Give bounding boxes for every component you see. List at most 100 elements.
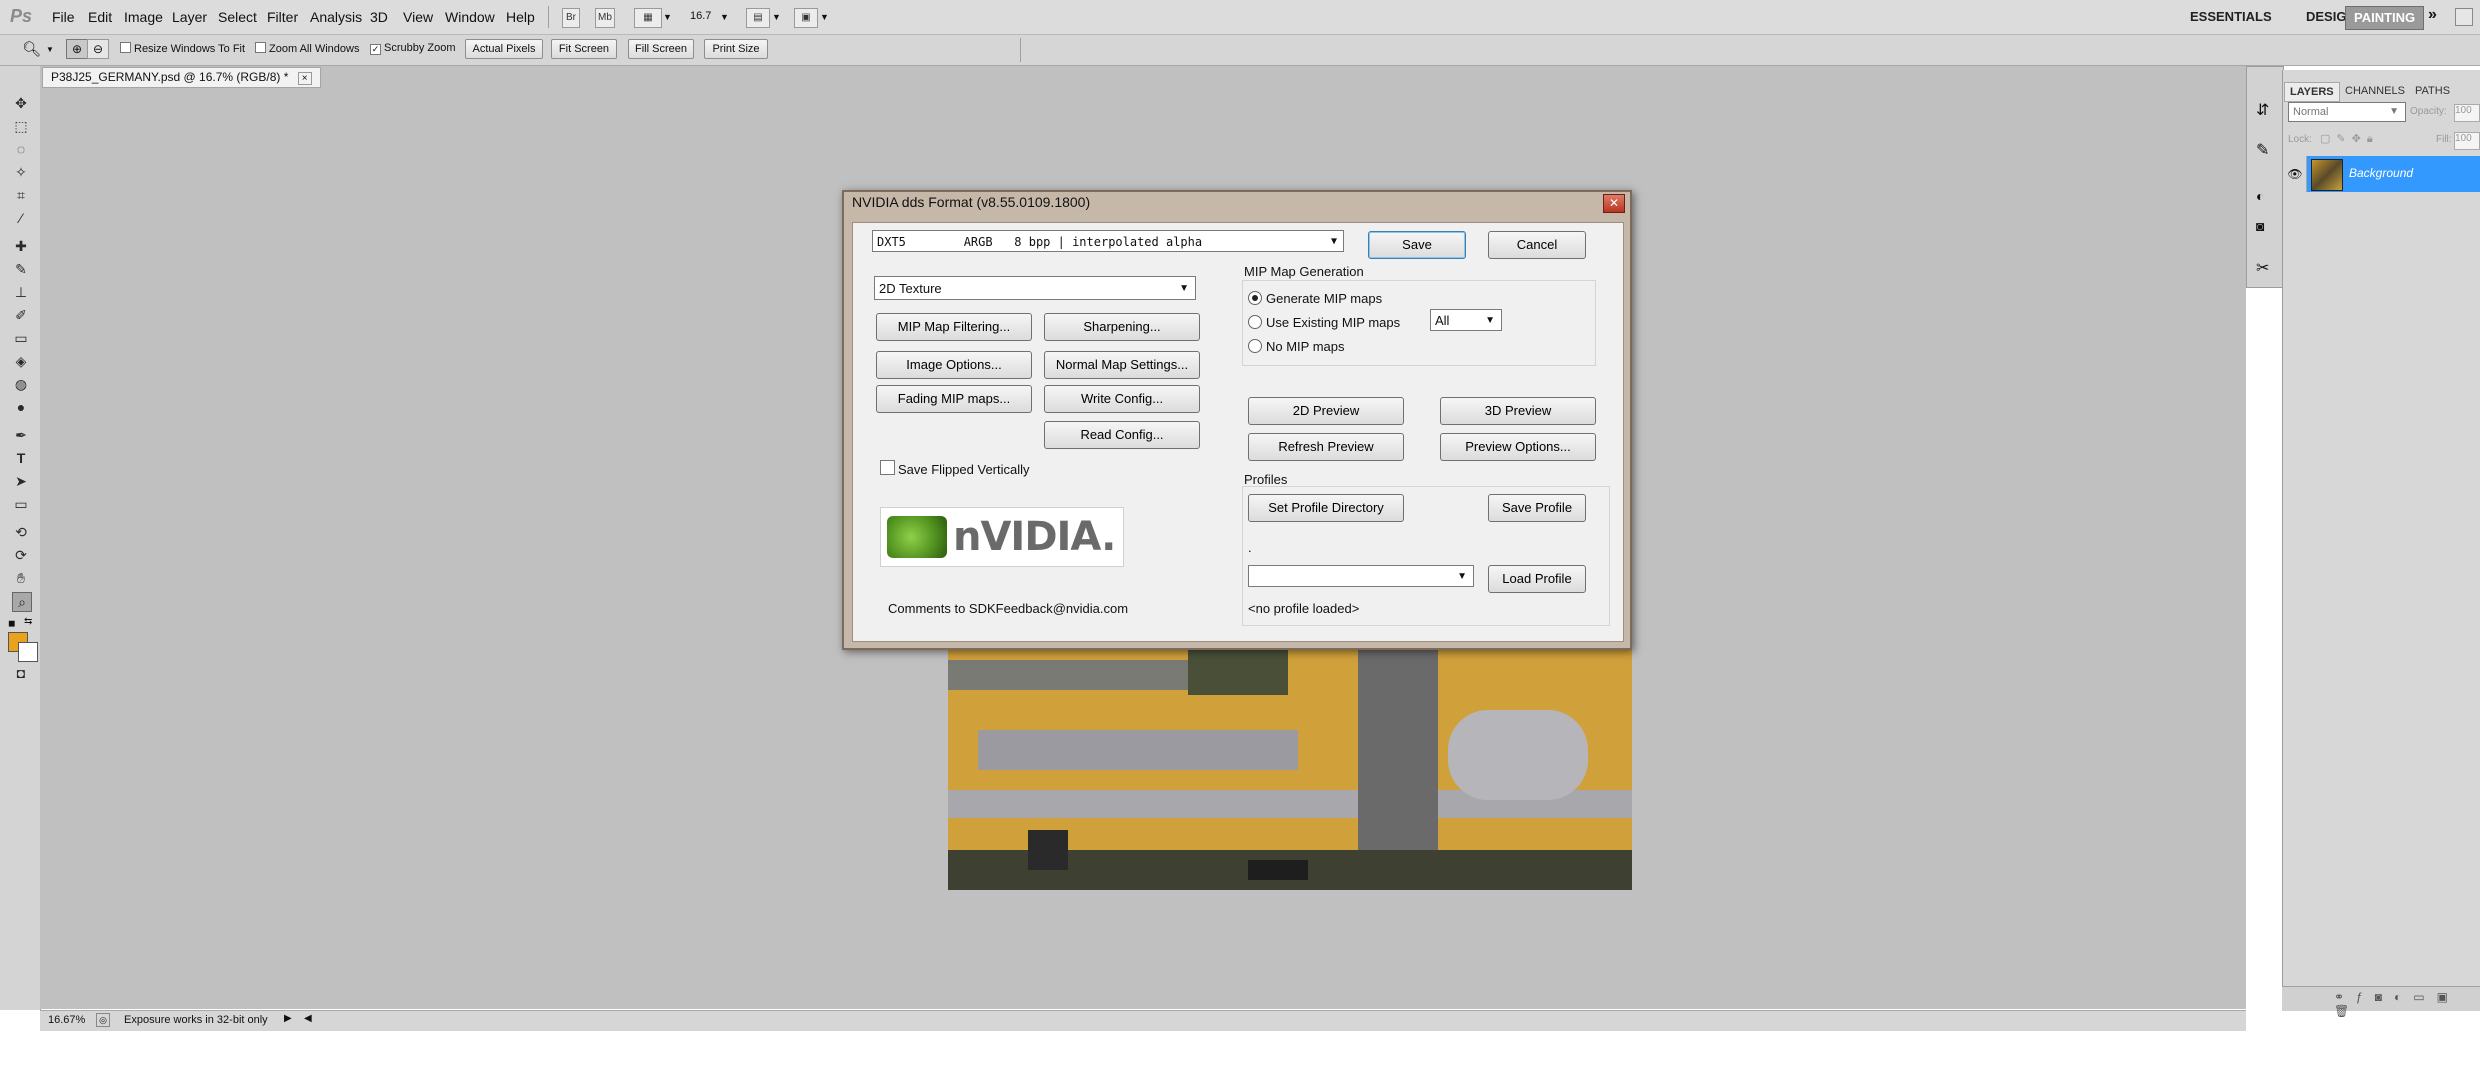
blur-tool-icon[interactable]: ◍ [12, 375, 30, 393]
zoom-in-icon[interactable]: ⊕ [66, 39, 88, 59]
zoom-level-select[interactable]: 16.7 [690, 10, 711, 22]
brush-panel-icon[interactable]: ✎ [2256, 140, 2269, 160]
marquee-tool-icon[interactable]: ⬚ [12, 117, 30, 135]
history-panel-icon[interactable]: ⇵ [2256, 100, 2269, 120]
mini-bridge-button[interactable]: Mb [595, 8, 615, 28]
tool-presets-icon[interactable]: ✂ [2256, 258, 2269, 278]
layer-actions-icons[interactable]: ⚭ƒ◙◐▭▣🗑︎ [2334, 990, 2480, 1018]
tab-layers[interactable]: LAYERS [2284, 82, 2340, 102]
tab-paths[interactable]: PATHS [2410, 82, 2455, 100]
menu-layer[interactable]: Layer [172, 9, 207, 25]
normal-map-settings-button[interactable]: Normal Map Settings... [1044, 351, 1200, 379]
history-brush-icon[interactable]: ✐ [12, 306, 30, 324]
mip-levels-select[interactable]: All ▼ [1430, 309, 1502, 331]
move-tool-icon[interactable]: ✥ [12, 94, 30, 112]
pen-tool-icon[interactable]: ✒ [12, 426, 30, 444]
workspace-more-button[interactable]: » [2428, 6, 2437, 24]
menu-select[interactable]: Select [218, 9, 257, 25]
fading-mip-maps-button[interactable]: Fading MIP maps... [876, 385, 1032, 413]
profile-select[interactable]: ▼ [1248, 565, 1474, 587]
image-options-button[interactable]: Image Options... [876, 351, 1032, 379]
clone-stamp-icon[interactable]: ⊥ [12, 283, 30, 301]
mip-map-filtering-button[interactable]: MIP Map Filtering... [876, 313, 1032, 341]
chevron-right-icon[interactable]: ▶ [284, 1013, 292, 1024]
scrubby-zoom-checkbox[interactable]: ✓ Scrubby Zoom [370, 42, 456, 55]
menu-window[interactable]: Window [445, 9, 495, 25]
print-size-button[interactable]: Print Size [704, 39, 768, 59]
swap-colors-icon[interactable]: ⇆ [24, 616, 32, 627]
type-tool-icon[interactable]: T [12, 449, 30, 467]
crop-tool-icon[interactable]: ⌗ [12, 186, 30, 204]
3d-orbit-icon[interactable]: ⟳ [12, 546, 30, 564]
generate-mip-radio[interactable]: Generate MIP maps [1248, 291, 1382, 306]
save-profile-button[interactable]: Save Profile [1488, 494, 1586, 522]
magic-wand-icon[interactable]: ✧ [12, 163, 30, 181]
zoom-all-checkbox[interactable]: Zoom All Windows [255, 42, 359, 55]
eyedropper-icon[interactable]: ⁄ [12, 209, 30, 227]
bridge-button[interactable]: Br [562, 8, 580, 28]
refresh-preview-button[interactable]: Refresh Preview [1248, 433, 1404, 461]
quick-mask-icon[interactable]: ◘ [12, 664, 30, 682]
workspace-painting[interactable]: PAINTING [2345, 6, 2425, 30]
set-profile-directory-button[interactable]: Set Profile Directory [1248, 494, 1404, 522]
chevron-down-icon[interactable]: ▼ [46, 45, 54, 54]
menu-image[interactable]: Image [124, 9, 163, 25]
close-icon[interactable]: ✕ [1603, 194, 1625, 213]
dodge-tool-icon[interactable]: ● [12, 398, 30, 416]
adjustments-icon[interactable]: ◐ [2256, 188, 2264, 204]
sharpening-button[interactable]: Sharpening... [1044, 313, 1200, 341]
shape-tool-icon[interactable]: ▭ [12, 495, 30, 513]
blend-mode-select[interactable]: Normal ▼ [2288, 102, 2406, 122]
arrange-documents-button[interactable]: ▤ [746, 8, 770, 28]
opacity-input[interactable]: 100 [2454, 104, 2480, 122]
save-button[interactable]: Save [1368, 231, 1466, 259]
screen-mode-button[interactable]: ▣ [794, 8, 818, 28]
load-profile-button[interactable]: Load Profile [1488, 565, 1586, 593]
preview-options-button[interactable]: Preview Options... [1440, 433, 1596, 461]
zoom-tool-icon[interactable]: ⌕ [12, 592, 32, 612]
menu-help[interactable]: Help [506, 9, 535, 25]
search-icon[interactable] [2455, 8, 2473, 26]
fit-screen-button[interactable]: Fit Screen [551, 39, 617, 59]
lock-icons[interactable]: ▢✎✥🔒︎ [2320, 132, 2379, 146]
save-flipped-checkbox[interactable]: Save Flipped Vertically [880, 460, 1030, 477]
fill-input[interactable]: 100 [2454, 132, 2480, 150]
3d-rotate-icon[interactable]: ⟲ [12, 523, 30, 541]
format-select[interactable]: DXT5 ARGB 8 bpp | interpolated alpha ▼ [872, 230, 1344, 252]
zoom-percentage[interactable]: 16.67% [48, 1014, 85, 1026]
healing-brush-icon[interactable]: ✚ [12, 237, 30, 255]
tab-channels[interactable]: CHANNELS [2340, 82, 2410, 100]
chevron-down-icon[interactable]: ▼ [663, 12, 672, 22]
workspace-essentials[interactable]: ESSENTIALS [2182, 6, 2280, 28]
eraser-tool-icon[interactable]: ▭ [12, 329, 30, 347]
hand-tool-icon[interactable]: ✋︎ [12, 569, 30, 587]
menu-filter[interactable]: Filter [267, 9, 298, 25]
cancel-button[interactable]: Cancel [1488, 231, 1586, 259]
document-tab[interactable]: P38J25_GERMANY.psd @ 16.7% (RGB/8) * × [42, 67, 321, 88]
actual-pixels-button[interactable]: Actual Pixels [465, 39, 543, 59]
zoom-out-icon[interactable]: ⊖ [87, 39, 109, 59]
read-config-button[interactable]: Read Config... [1044, 421, 1200, 449]
menu-edit[interactable]: Edit [88, 9, 112, 25]
layer-row-background[interactable]: Background [2307, 156, 2480, 192]
resize-windows-checkbox[interactable]: Resize Windows To Fit [120, 42, 245, 55]
lasso-tool-icon[interactable]: ◌ [12, 140, 30, 158]
fill-screen-button[interactable]: Fill Screen [628, 39, 694, 59]
chevron-down-icon[interactable]: ▼ [720, 12, 729, 22]
3d-preview-button[interactable]: 3D Preview [1440, 397, 1596, 425]
view-extras-button[interactable]: ▦ [634, 8, 662, 28]
masks-icon[interactable]: ◙ [2256, 218, 2264, 234]
close-icon[interactable]: × [297, 72, 312, 85]
zoom-tool-icon[interactable]: 🔍︎ [22, 40, 41, 58]
path-selection-icon[interactable]: ➤ [12, 472, 30, 490]
brush-tool-icon[interactable]: ✎ [12, 260, 30, 278]
paint-bucket-icon[interactable]: ◈ [12, 352, 30, 370]
chevron-down-icon[interactable]: ▼ [820, 12, 829, 22]
default-colors-icon[interactable]: ◼ [8, 618, 15, 629]
menu-analysis[interactable]: Analysis [310, 9, 362, 25]
menu-3d[interactable]: 3D [370, 9, 388, 25]
chevron-left-icon[interactable]: ◀ [304, 1013, 312, 1024]
status-menu-icon[interactable]: ◎ [96, 1013, 110, 1027]
texture-type-select[interactable]: 2D Texture ▼ [874, 276, 1196, 300]
no-mip-radio[interactable]: No MIP maps [1248, 339, 1345, 354]
